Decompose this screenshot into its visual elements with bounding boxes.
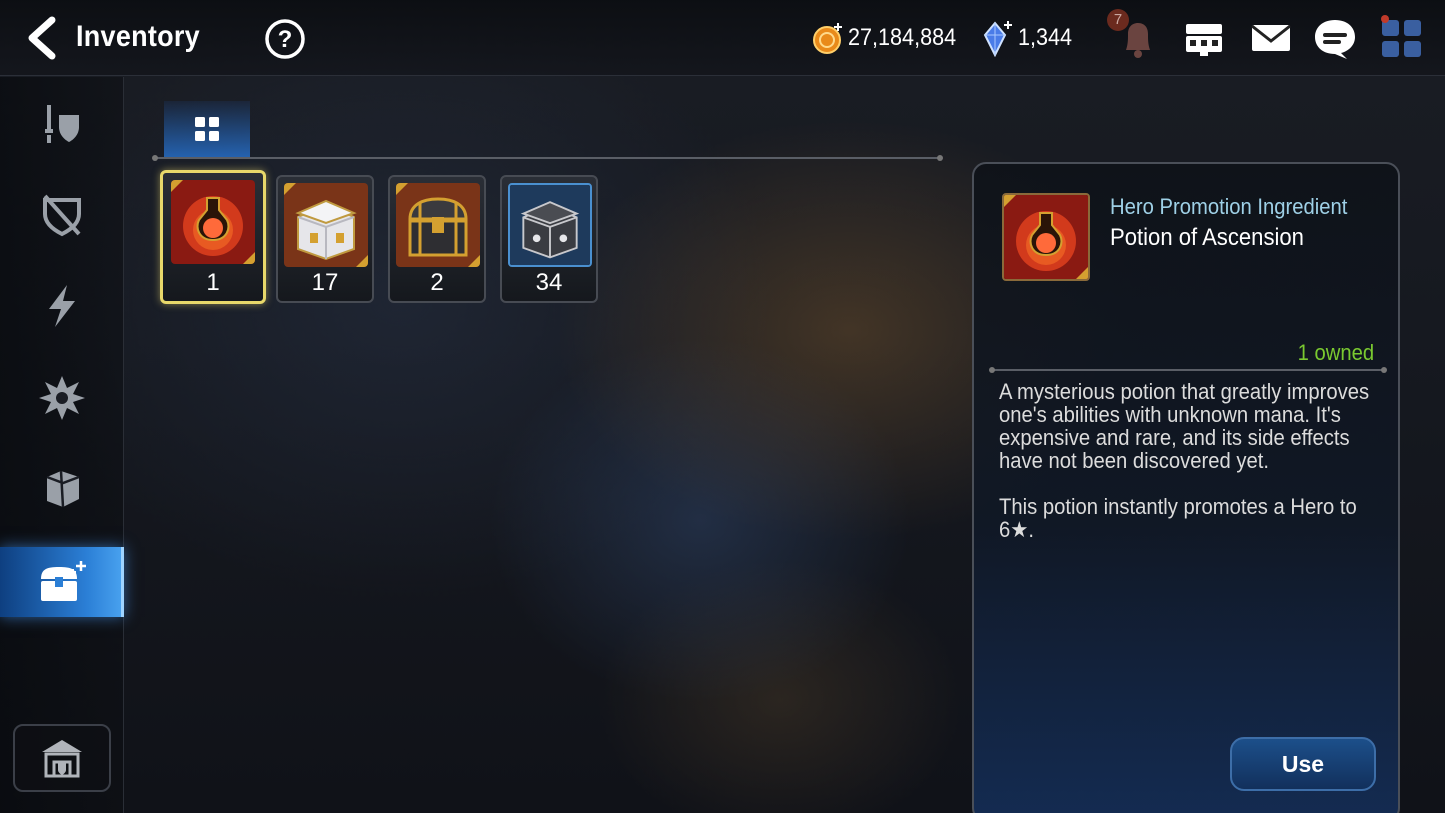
sidebar-item-materials[interactable] <box>0 453 124 523</box>
silver-chest-icon <box>284 183 368 267</box>
material-icon <box>46 470 80 508</box>
tab-all[interactable] <box>164 101 250 157</box>
crystal-value: 1,344 <box>1018 24 1073 51</box>
sidebar-item-equipment[interactable] <box>0 89 124 159</box>
chat-icon[interactable] <box>1311 14 1359 62</box>
sidebar-item-chests[interactable] <box>0 547 124 617</box>
item-count: 17 <box>311 269 339 296</box>
svg-text:?: ? <box>278 26 293 53</box>
page-title: Inventory <box>76 20 200 53</box>
detail-divider <box>989 367 1387 373</box>
item-detail-panel: Hero Promotion Ingredient Potion of Asce… <box>972 162 1400 813</box>
back-arrow-icon[interactable] <box>22 16 66 60</box>
item-slot-silver-chest[interactable]: 17 <box>276 175 374 303</box>
crystal-currency[interactable]: 1,344 <box>980 18 1078 58</box>
shop-icon[interactable] <box>1180 14 1228 62</box>
gold-value: 27,184,884 <box>848 24 957 51</box>
lightning-icon <box>49 285 75 327</box>
item-slot-gold-chest[interactable]: 2 <box>388 175 486 303</box>
sanctuary-icon <box>42 740 82 778</box>
item-count: 34 <box>535 269 563 296</box>
potion-icon <box>1002 193 1090 281</box>
use-button[interactable]: Use <box>1230 737 1376 791</box>
sanctuary-button[interactable] <box>13 724 111 792</box>
item-slot-potion[interactable]: 1 <box>160 170 266 304</box>
item-count: 1 <box>206 269 220 296</box>
top-bar: Inventory ? 27,184,884 1,344 7 <box>0 0 1445 76</box>
sidebar-item-artifact[interactable] <box>0 362 124 432</box>
no-equipment-icon <box>43 194 81 237</box>
item-slot-dark-chest[interactable]: 34 <box>500 175 598 303</box>
gold-currency[interactable]: 27,184,884 <box>810 18 968 58</box>
item-description: A mysterious potion that greatly improve… <box>999 380 1376 564</box>
grid-icon <box>195 117 219 141</box>
sidebar-item-catalyst[interactable] <box>0 271 124 341</box>
help-icon[interactable]: ? <box>263 17 307 61</box>
notification-badge: 7 <box>1107 9 1129 31</box>
grid-menu-icon[interactable] <box>1378 14 1426 62</box>
mail-icon[interactable] <box>1247 14 1295 62</box>
item-name: Potion of Ascension <box>1110 224 1304 251</box>
description-paragraph: This potion instantly promotes a Hero to… <box>999 494 1357 542</box>
description-paragraph: A mysterious potion that greatly improve… <box>999 379 1370 473</box>
sidebar <box>0 77 124 813</box>
chest-icon <box>41 561 86 601</box>
artifact-icon <box>39 376 85 420</box>
potion-icon <box>171 180 255 264</box>
equipment-icon <box>45 105 79 143</box>
sidebar-item-no-equipment[interactable] <box>0 180 124 250</box>
item-count: 2 <box>430 269 444 296</box>
item-category: Hero Promotion Ingredient <box>1110 194 1348 219</box>
owned-count: 1 owned <box>1297 340 1374 365</box>
gold-coin-icon <box>813 23 842 54</box>
tab-divider <box>152 155 943 161</box>
crystal-icon <box>983 21 1012 57</box>
dark-chest-icon <box>508 183 592 267</box>
gold-chest-icon <box>396 183 480 267</box>
